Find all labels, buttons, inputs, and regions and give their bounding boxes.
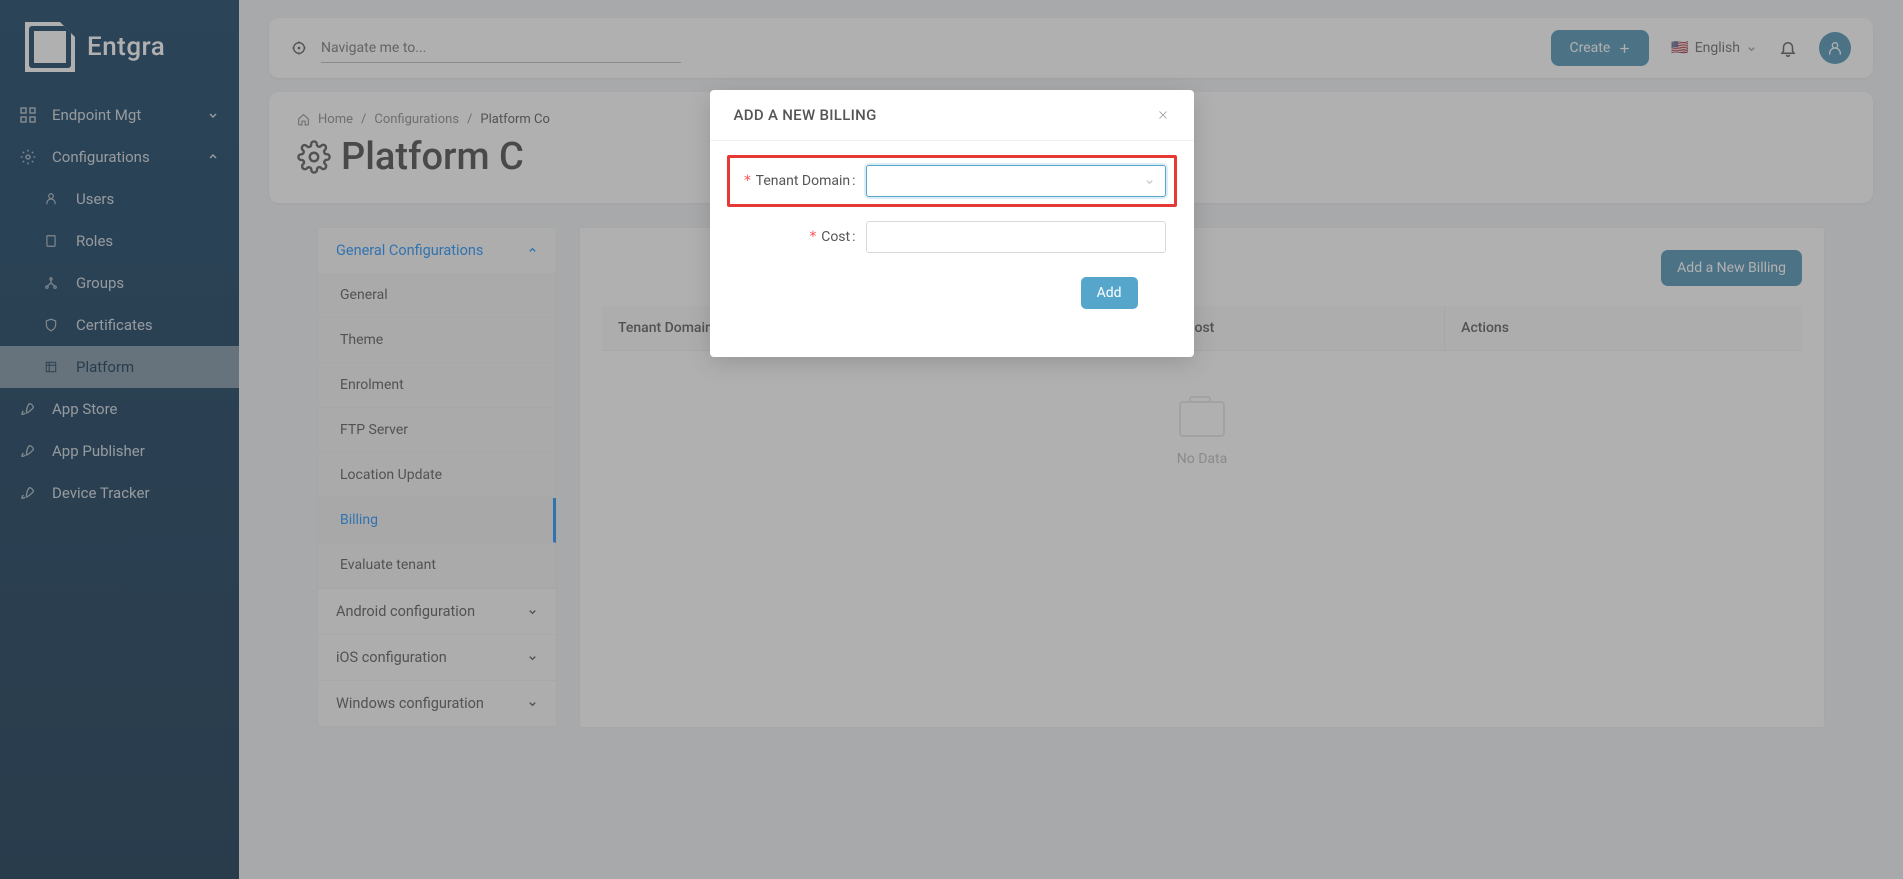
add-billing-modal: ADD A NEW BILLING *Tenant Domain: [710, 90, 1194, 357]
tenant-domain-highlight: *Tenant Domain: [727, 155, 1177, 207]
close-icon[interactable] [1156, 108, 1170, 122]
add-button[interactable]: Add [1081, 277, 1138, 309]
modal-overlay[interactable]: ADD A NEW BILLING *Tenant Domain: [0, 0, 1903, 879]
tenant-domain-select[interactable] [866, 165, 1166, 197]
cost-input[interactable] [866, 221, 1166, 253]
tenant-domain-label: *Tenant Domain: [738, 173, 866, 189]
modal-title: ADD A NEW BILLING [734, 106, 877, 124]
cost-label: *Cost: [738, 229, 866, 245]
chevron-down-icon [1144, 176, 1155, 187]
